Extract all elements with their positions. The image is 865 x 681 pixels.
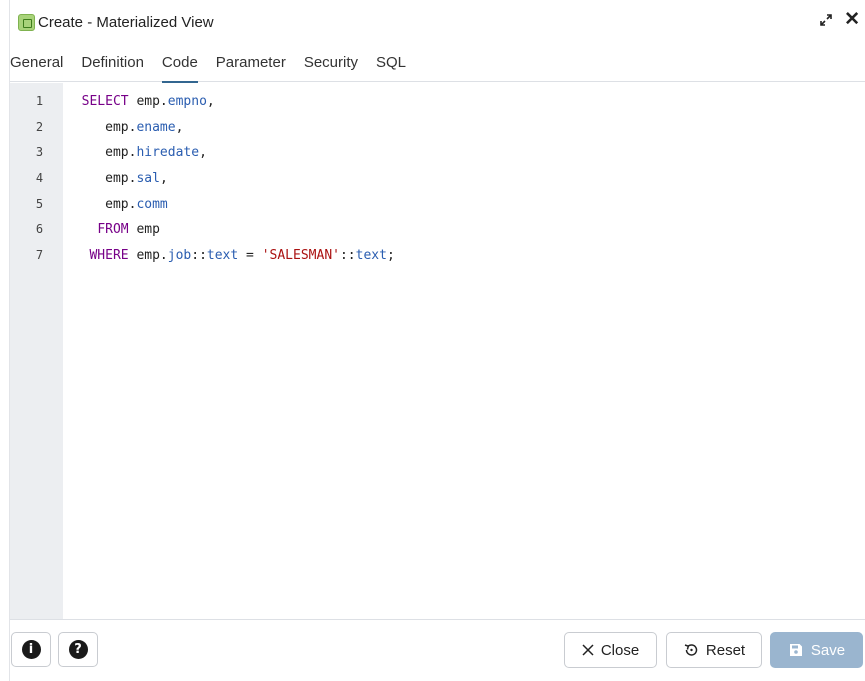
- type-ref: text: [206, 248, 239, 264]
- sql-keyword: SELECT: [81, 94, 129, 109]
- punct: ;: [386, 248, 395, 264]
- materialized-view-icon: [18, 13, 35, 31]
- tab-bar: General Definition Code Parameter Securi…: [10, 44, 865, 83]
- tab-definition[interactable]: Definition: [72, 44, 153, 82]
- table-ref: emp: [136, 222, 160, 238]
- dialog-footer: i ? Close Reset Save: [10, 620, 865, 681]
- line-number: 7: [35, 248, 44, 263]
- punct: ,: [206, 94, 215, 109]
- code-editor[interactable]: 1 2 3 4 5 6 7 SELECT emp.empno, emp.enam…: [10, 83, 865, 620]
- type-ref: text: [355, 248, 387, 264]
- tab-security[interactable]: Security: [295, 44, 367, 82]
- column-ref: hiredate: [136, 145, 200, 161]
- line-number: 1: [35, 94, 44, 108]
- sql-keyword: WHERE: [89, 248, 129, 264]
- save-button-label: Save: [810, 641, 846, 659]
- reset-button[interactable]: Reset: [666, 632, 762, 668]
- close-button-label: Close: [600, 641, 640, 659]
- punct: ,: [175, 119, 184, 135]
- line-number: 6: [35, 222, 44, 237]
- punct: ,: [159, 171, 168, 187]
- operator: =: [238, 248, 262, 264]
- table-ref: emp.: [105, 196, 137, 212]
- code-line: WHERE emp.job::text = 'SALESMAN'::text;: [66, 243, 865, 269]
- code-line: emp.ename,: [66, 115, 865, 141]
- tab-sql[interactable]: SQL: [367, 44, 415, 82]
- column-ref: ename: [136, 119, 176, 135]
- dialog-titlebar[interactable]: Create - Materialized View ✕: [10, 0, 865, 44]
- code-line: emp.comm: [66, 192, 865, 218]
- line-number: 4: [35, 171, 44, 186]
- save-button[interactable]: Save: [770, 632, 863, 668]
- title-actions: ✕: [818, 10, 860, 29]
- table-ref: emp.: [105, 145, 137, 161]
- tab-parameter[interactable]: Parameter: [207, 44, 295, 82]
- close-button[interactable]: Close: [564, 632, 657, 668]
- sql-keyword: FROM: [97, 222, 129, 238]
- cast-op: ::: [191, 248, 207, 264]
- close-dialog-icon[interactable]: ✕: [844, 10, 860, 29]
- code-line: emp.sal,: [66, 166, 865, 192]
- create-materialized-view-dialog: Create - Materialized View ✕ General Def…: [9, 0, 865, 681]
- line-number-gutter: 1 2 3 4 5 6 7: [10, 83, 63, 619]
- code-line: FROM emp: [66, 217, 865, 243]
- tab-code[interactable]: Code: [153, 44, 207, 83]
- code-line: emp.hiredate,: [66, 140, 865, 166]
- code-line: SELECT emp.empno,: [66, 89, 865, 115]
- cast-op: ::: [339, 248, 356, 264]
- info-icon: i: [21, 640, 41, 659]
- punct: ,: [199, 145, 207, 161]
- dialog-title: Create - Materialized View: [38, 13, 214, 31]
- column-ref: empno: [167, 94, 207, 109]
- column-ref: job: [167, 248, 192, 264]
- save-icon: [789, 644, 802, 656]
- line-number: 2: [35, 119, 44, 134]
- info-button[interactable]: i: [11, 632, 51, 667]
- help-button[interactable]: ?: [58, 632, 98, 667]
- table-ref: emp.: [105, 119, 137, 135]
- column-ref: comm: [136, 196, 168, 212]
- reset-button-label: Reset: [705, 641, 746, 659]
- line-number: 5: [35, 196, 44, 211]
- column-ref: sal: [136, 171, 160, 187]
- close-icon: [582, 644, 594, 656]
- table-ref: emp.: [136, 248, 168, 264]
- table-ref: emp.: [105, 171, 137, 187]
- table-ref: emp.: [136, 94, 168, 109]
- code-content[interactable]: SELECT emp.empno, emp.ename, emp.hiredat…: [66, 89, 865, 269]
- tab-general[interactable]: General: [10, 44, 72, 82]
- maximize-icon[interactable]: [818, 12, 834, 28]
- reset-icon: [684, 644, 698, 656]
- help-icon: ?: [68, 640, 88, 659]
- line-number: 3: [35, 145, 44, 160]
- string-literal: 'SALESMAN': [261, 248, 340, 264]
